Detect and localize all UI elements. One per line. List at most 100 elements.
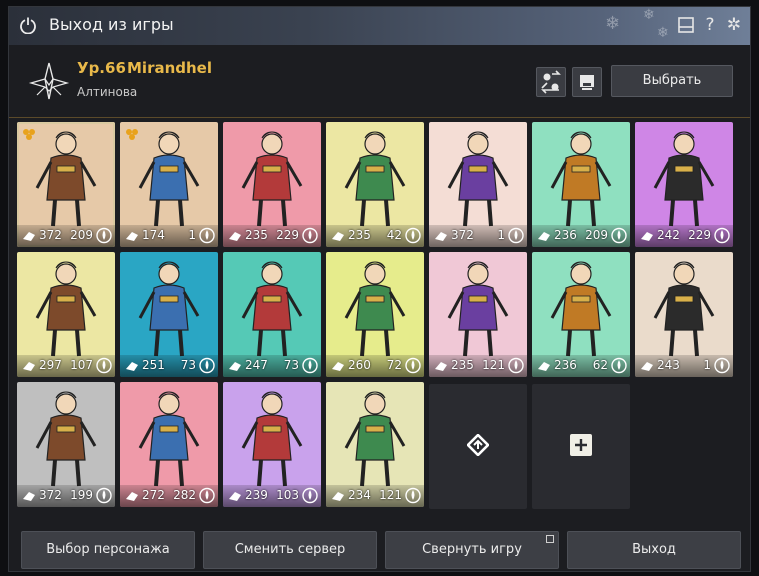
- card-stats: 242 229: [635, 225, 733, 247]
- energy-icon: [405, 487, 421, 504]
- character-card[interactable]: 372 209: [17, 122, 115, 247]
- energy-icon: [199, 227, 215, 244]
- stat-secondary: 1: [497, 228, 505, 242]
- select-character-button[interactable]: Выбрать: [611, 65, 733, 97]
- combat-power-icon: [229, 492, 241, 501]
- stat-primary: 234: [348, 488, 371, 502]
- empty-slot[interactable]: [429, 384, 527, 509]
- combat-power-icon: [641, 232, 653, 241]
- character-card[interactable]: 372 1: [429, 122, 527, 247]
- stat-secondary: 209: [70, 228, 93, 242]
- card-stats: 272 282: [120, 485, 218, 507]
- stat-primary: 372: [451, 228, 474, 242]
- stat-secondary: 229: [688, 228, 711, 242]
- character-header: Ур.66 Mirandhel Алтинова Выбрать: [9, 45, 750, 118]
- combat-power-icon: [641, 362, 653, 371]
- energy-icon: [96, 357, 112, 374]
- character-select-button[interactable]: Выбор персонажа: [21, 531, 195, 569]
- combat-power-icon: [126, 492, 138, 501]
- character-card[interactable]: 247 73: [223, 252, 321, 377]
- stat-primary: 242: [657, 228, 680, 242]
- stat-primary: 372: [39, 228, 62, 242]
- stat-primary: 297: [39, 358, 62, 372]
- stat-secondary: 1: [188, 228, 196, 242]
- combat-power-icon: [23, 232, 35, 241]
- stat-primary: 272: [142, 488, 165, 502]
- power-icon: [20, 17, 36, 34]
- card-stats: 236 209: [532, 225, 630, 247]
- stat-primary: 235: [348, 228, 371, 242]
- stat-primary: 239: [245, 488, 268, 502]
- character-card[interactable]: 235 42: [326, 122, 424, 247]
- stat-primary: 260: [348, 358, 371, 372]
- card-stats: 235 42: [326, 225, 424, 247]
- help-icon[interactable]: ?: [701, 16, 719, 34]
- energy-icon: [508, 357, 524, 374]
- combat-power-icon: [435, 232, 447, 241]
- character-card[interactable]: 235 121: [429, 252, 527, 377]
- stat-primary: 236: [554, 228, 577, 242]
- energy-icon: [302, 487, 318, 504]
- energy-icon: [302, 227, 318, 244]
- card-stats: 251 73: [120, 355, 218, 377]
- card-stats: 236 62: [532, 355, 630, 377]
- card-stats: 247 73: [223, 355, 321, 377]
- favorite-badge-icon: [23, 129, 35, 140]
- combat-power-icon: [538, 232, 550, 241]
- energy-icon: [96, 227, 112, 244]
- stat-secondary: 73: [283, 358, 299, 372]
- card-stats: 372 209: [17, 225, 115, 247]
- character-card[interactable]: 236 209: [532, 122, 630, 247]
- swap-characters-icon: [541, 70, 561, 94]
- energy-icon: [611, 357, 627, 374]
- stat-primary: 243: [657, 358, 680, 372]
- character-card[interactable]: 235 229: [223, 122, 321, 247]
- inventory-button[interactable]: [572, 67, 602, 97]
- character-card[interactable]: 174 1: [120, 122, 218, 247]
- exit-game-button[interactable]: Выход: [567, 531, 741, 569]
- character-card[interactable]: 234 121: [326, 382, 424, 507]
- character-card[interactable]: 260 72: [326, 252, 424, 377]
- character-card[interactable]: 239 103: [223, 382, 321, 507]
- combat-power-icon: [23, 362, 35, 371]
- snowflake-decoration-icon: ❄: [605, 13, 621, 34]
- snowflake-decoration-icon: ❄: [657, 25, 669, 41]
- character-card[interactable]: 236 62: [532, 252, 630, 377]
- stat-secondary: 62: [592, 358, 608, 372]
- combat-power-icon: [126, 362, 138, 371]
- card-stats: 372 199: [17, 485, 115, 507]
- minimize-game-button[interactable]: Свернуть игру: [385, 531, 559, 569]
- stat-secondary: 121: [482, 358, 505, 372]
- add-slot-button[interactable]: [532, 384, 630, 509]
- character-card[interactable]: 272 282: [120, 382, 218, 507]
- character-card[interactable]: 243 1: [635, 252, 733, 377]
- combat-power-icon: [435, 362, 447, 371]
- minimize-game-label: Свернуть игру: [422, 542, 522, 557]
- snowflake-decoration-icon: ❄: [643, 7, 655, 23]
- character-card[interactable]: 251 73: [120, 252, 218, 377]
- swap-characters-button[interactable]: [536, 67, 566, 97]
- stat-secondary: 72: [386, 358, 402, 372]
- card-stats: 235 229: [223, 225, 321, 247]
- settings-icon[interactable]: ✲: [725, 16, 743, 34]
- character-level: Ур.66: [77, 59, 126, 77]
- combat-power-icon: [332, 492, 344, 501]
- character-card[interactable]: 242 229: [635, 122, 733, 247]
- stat-primary: 235: [451, 358, 474, 372]
- energy-icon: [405, 227, 421, 244]
- energy-icon: [714, 357, 730, 374]
- tray-icon[interactable]: [677, 16, 695, 34]
- combat-power-icon: [332, 362, 344, 371]
- stat-primary: 235: [245, 228, 268, 242]
- change-server-button[interactable]: Сменить сервер: [203, 531, 377, 569]
- combat-power-icon: [126, 232, 138, 241]
- energy-icon: [199, 487, 215, 504]
- stat-secondary: 1: [703, 358, 711, 372]
- title-bar: Выход из игры ❄ ❄ ❄ ? ✲: [9, 7, 750, 45]
- energy-icon: [96, 487, 112, 504]
- character-card[interactable]: 297 107: [17, 252, 115, 377]
- class-emblem-icon: [28, 62, 70, 100]
- character-card[interactable]: 372 199: [17, 382, 115, 507]
- stat-primary: 236: [554, 358, 577, 372]
- card-stats: 234 121: [326, 485, 424, 507]
